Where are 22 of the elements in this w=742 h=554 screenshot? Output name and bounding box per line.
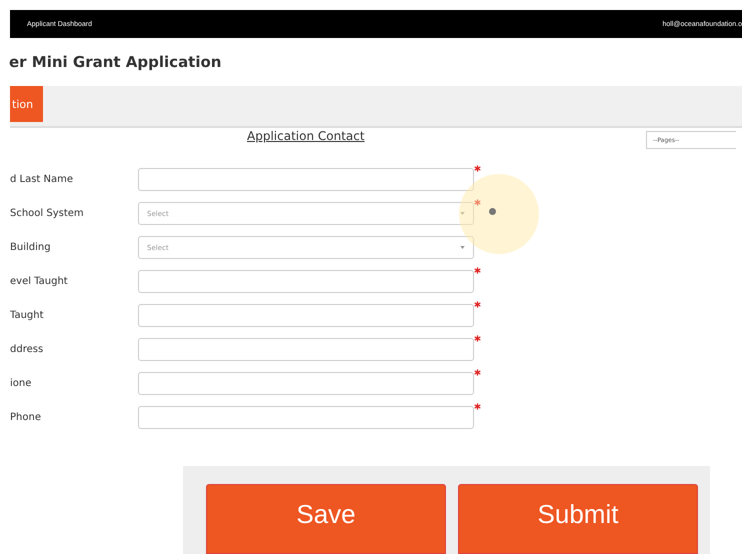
field-label: Building (10, 242, 52, 253)
field-label: ione (10, 378, 32, 389)
input-field[interactable] (138, 270, 474, 293)
input-field[interactable] (138, 372, 474, 395)
section-title: Application Contact (247, 129, 366, 143)
submit-button[interactable]: Submit (458, 484, 698, 554)
field-label: Taught (10, 310, 45, 321)
caret-icon (460, 212, 465, 215)
field-label: ddress (10, 344, 44, 355)
field-label: School System (10, 208, 85, 219)
caret-icon (460, 246, 465, 249)
field-label: Phone (10, 412, 42, 423)
input-field[interactable] (138, 338, 474, 361)
input-field[interactable] (138, 304, 474, 327)
field-label: evel Taught (10, 276, 69, 287)
help-icon[interactable] (489, 208, 496, 215)
input-field[interactable] (138, 406, 474, 429)
input-field[interactable] (138, 168, 474, 191)
tab[interactable]: tion (10, 86, 44, 122)
save-button[interactable]: Save (206, 484, 446, 554)
field-label: d Last Name (10, 174, 74, 185)
page-title: er Mini Grant Application (9, 53, 222, 73)
